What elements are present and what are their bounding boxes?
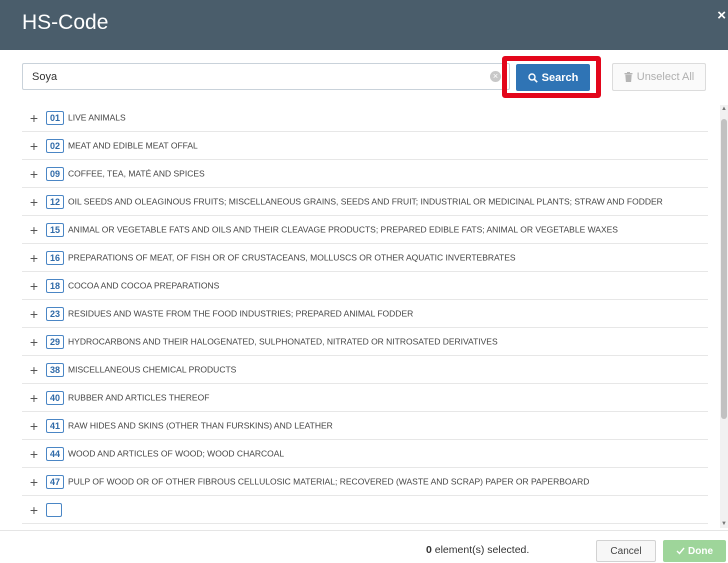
expand-icon[interactable]: + [22,447,46,461]
hs-code-description: COFFEE, TEA, MATÉ AND SPICES [68,168,205,179]
list-item[interactable]: +15 ANIMAL OR VEGETABLE FATS AND OILS AND… [22,216,708,244]
expand-icon[interactable]: + [22,307,46,321]
expand-icon[interactable]: + [22,223,46,237]
list-item[interactable]: +09 COFFEE, TEA, MATÉ AND SPICES [22,160,708,188]
expand-icon[interactable]: + [22,335,46,349]
hs-code-description: RESIDUES AND WASTE FROM THE FOOD INDUSTR… [68,308,414,319]
list-item[interactable]: +38 MISCELLANEOUS CHEMICAL PRODUCTS [22,356,708,384]
hs-code-badge: 16 [46,251,65,265]
hs-code-badge: 12 [46,195,65,209]
hs-code-badge: 01 [46,111,65,125]
expand-icon[interactable]: + [22,391,46,405]
hs-code-badge: 15 [46,223,65,237]
scrollbar-thumb[interactable] [721,119,727,419]
dialog-header: HS-Code × [0,0,728,50]
hs-code-description: WOOD AND ARTICLES OF WOOD; WOOD CHARCOAL [68,448,285,459]
unselect-all-button[interactable]: Unselect All [612,63,706,91]
hs-code-badge: 41 [46,419,65,433]
scroll-up-icon[interactable]: ▲ [720,106,728,112]
expand-icon[interactable]: + [22,111,46,125]
trash-icon [624,72,633,82]
hs-code-description: PREPARATIONS OF MEAT, OF FISH OR OF CRUS… [68,252,516,263]
expand-icon[interactable]: + [22,475,46,489]
expand-icon[interactable]: + [22,251,46,265]
hs-code-description: RUBBER AND ARTICLES THEREOF [68,392,210,403]
expand-icon[interactable]: + [22,195,46,209]
list-item[interactable]: +40 RUBBER AND ARTICLES THEREOF [22,384,708,412]
hs-code-badge [46,503,62,517]
hs-code-description: RAW HIDES AND SKINS (OTHER THAN FURSKINS… [68,420,333,431]
list-item[interactable]: +12 OIL SEEDS AND OLEAGINOUS FRUITS; MISC… [22,188,708,216]
hs-code-badge: 44 [46,447,65,461]
hs-code-description: PULP OF WOOD OR OF OTHER FIBROUS CELLULO… [68,476,590,487]
dialog-title: HS-Code [22,11,109,34]
hs-code-badge: 47 [46,475,65,489]
hs-code-description: OIL SEEDS AND OLEAGINOUS FRUITS; MISCELL… [68,196,663,207]
list-item[interactable]: +41 RAW HIDES AND SKINS (OTHER THAN FURSK… [22,412,708,440]
list-item[interactable]: + [22,496,708,524]
expand-icon[interactable]: + [22,279,46,293]
hs-code-badge: 40 [46,391,65,405]
dialog-footer: 0 element(s) selected. Cancel Done [0,530,728,563]
done-button-label: Done [688,545,713,557]
hs-code-description: HYDROCARBONS AND THEIR HALOGENATED, SULP… [68,336,498,347]
expand-icon[interactable]: + [22,363,46,377]
list-item[interactable]: +16 PREPARATIONS OF MEAT, OF FISH OR OF C… [22,244,708,272]
search-icon [527,72,538,83]
selected-count-suffix: element(s) selected. [431,544,530,556]
unselect-all-label: Unselect All [636,71,695,83]
hs-code-badge: 18 [46,279,65,293]
search-button[interactable]: Search [516,64,590,91]
selection-count: 0 element(s) selected. [426,544,529,556]
hs-code-list: +01 LIVE ANIMALS +02 MEAT AND EDIBLE MEAT O… [22,104,708,528]
done-button[interactable]: Done [663,540,726,562]
hs-code-badge: 09 [46,167,65,181]
expand-icon[interactable]: + [22,419,46,433]
scroll-down-icon[interactable]: ▼ [720,521,728,527]
hs-code-description: MISCELLANEOUS CHEMICAL PRODUCTS [68,364,237,375]
search-box: × [22,63,510,90]
cancel-button[interactable]: Cancel [596,540,656,562]
hs-code-description: MEAT AND EDIBLE MEAT OFFAL [68,140,198,151]
check-icon [676,547,685,555]
list-item[interactable]: +47 PULP OF WOOD OR OF OTHER FIBROUS CELL… [22,468,708,496]
list-item[interactable]: +29 HYDROCARBONS AND THEIR HALOGENATED, S… [22,328,708,356]
list-item[interactable]: +18 COCOA AND COCOA PREPARATIONS [22,272,708,300]
hs-code-badge: 23 [46,307,65,321]
list-item[interactable]: +23 RESIDUES AND WASTE FROM THE FOOD INDU… [22,300,708,328]
search-input[interactable] [23,64,483,89]
expand-icon[interactable]: + [22,503,46,517]
expand-icon[interactable]: + [22,167,46,181]
hs-code-description: LIVE ANIMALS [68,112,126,123]
hs-code-badge: 38 [46,363,65,377]
hs-code-description: COCOA AND COCOA PREPARATIONS [68,280,220,291]
close-icon[interactable]: × [717,7,726,24]
search-button-label: Search [541,71,579,84]
list-scrollbar[interactable]: ▲ ▼ [720,105,728,528]
list-item[interactable]: +02 MEAT AND EDIBLE MEAT OFFAL [22,132,708,160]
list-item[interactable]: +44 WOOD AND ARTICLES OF WOOD; WOOD CHARC… [22,440,708,468]
hs-code-description: ANIMAL OR VEGETABLE FATS AND OILS AND TH… [68,224,618,235]
hs-code-badge: 29 [46,335,65,349]
expand-icon[interactable]: + [22,139,46,153]
hs-code-badge: 02 [46,139,65,153]
list-item[interactable]: +01 LIVE ANIMALS [22,104,708,132]
clear-icon[interactable]: × [490,71,501,82]
